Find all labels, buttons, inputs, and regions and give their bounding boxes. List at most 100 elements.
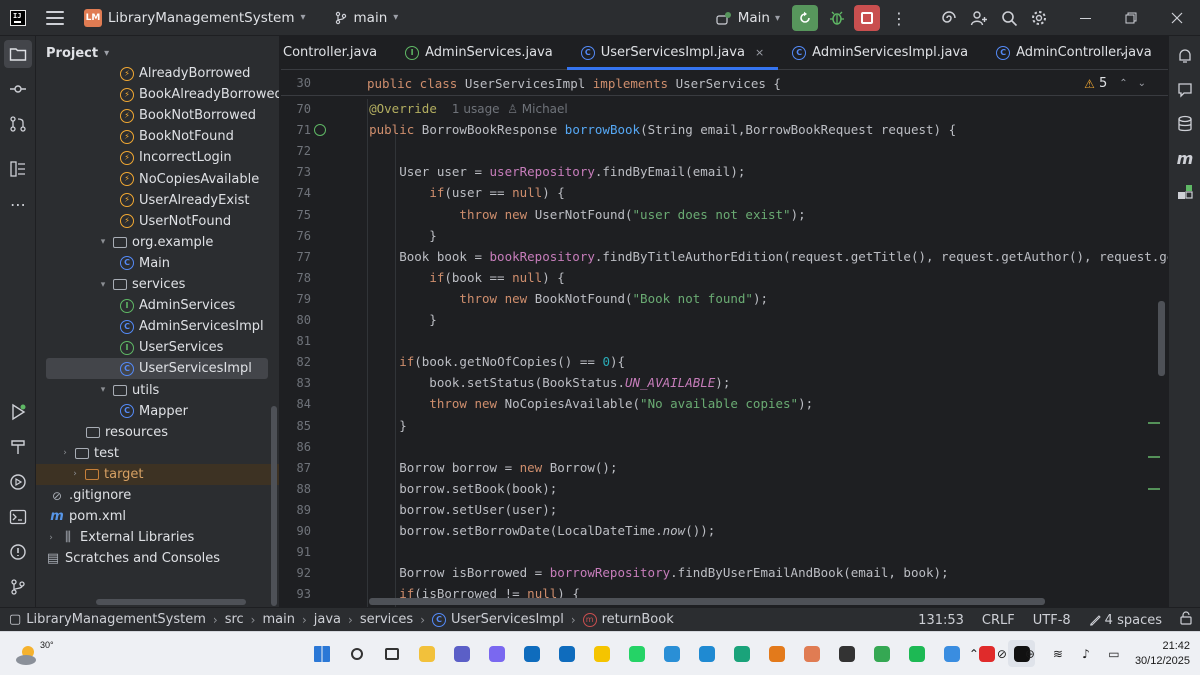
collapsed-arrow-icon[interactable]: › <box>46 533 56 543</box>
breadcrumb-item[interactable]: main <box>259 612 297 627</box>
lock-status[interactable] <box>1180 611 1192 629</box>
database-button[interactable] <box>1173 112 1197 136</box>
line-ending[interactable]: CRLF <box>982 613 1015 628</box>
project-tree-item[interactable]: ▾ utils <box>46 380 268 401</box>
edge-icon[interactable] <box>728 640 755 667</box>
project-tree-item[interactable]: ⚡ AlreadyBorrowed <box>46 63 268 84</box>
close-tab-icon[interactable]: × <box>755 46 764 59</box>
settings-button[interactable] <box>1024 3 1054 33</box>
project-tree-item[interactable]: ⚡ UserAlreadyExist <box>46 190 268 211</box>
project-tree-item[interactable]: ▤ Scratches and Consoles <box>46 548 268 569</box>
editor-tab[interactable]: I AdminServices.java <box>391 36 567 69</box>
search-icon[interactable] <box>343 640 370 667</box>
project-panel-vertical-scrollbar[interactable] <box>271 406 277 606</box>
lock-app-icon[interactable] <box>868 640 895 667</box>
terminal-tool-button[interactable] <box>4 503 32 531</box>
implements-method-icon[interactable] <box>314 124 326 136</box>
project-tree-item[interactable]: I AdminServices <box>46 295 268 316</box>
editor-tab[interactable]: C UserServicesImpl.java × <box>566 36 779 70</box>
inspection-widget[interactable]: ⚠ 5 ⌃ ⌄ <box>1084 76 1146 91</box>
project-tree-item[interactable]: m pom.xml <box>46 506 268 527</box>
notification-mute-icon[interactable]: ⊘ <box>995 647 1009 661</box>
git-tool-button[interactable] <box>4 573 32 601</box>
project-tree-item[interactable]: ⚡ IncorrectLogin <box>46 147 268 168</box>
ai-assistant-button[interactable] <box>934 3 964 33</box>
maven-button[interactable]: m <box>1173 146 1197 170</box>
debug-button[interactable] <box>824 5 850 31</box>
expanded-arrow-icon[interactable]: ▾ <box>98 280 108 290</box>
more-actions-button[interactable]: ⋮ <box>884 3 914 33</box>
editor-tab[interactable]: C AdminController.java <box>982 36 1166 69</box>
breadcrumb-item[interactable]: m returnBook <box>580 612 677 627</box>
spotify-icon[interactable] <box>903 640 930 667</box>
tabs-dropdown-button[interactable]: ⌄ <box>1118 44 1128 58</box>
notepad-icon[interactable] <box>658 640 685 667</box>
editor-vertical-scrollbar[interactable] <box>1158 301 1165 376</box>
sticky-class-header[interactable]: 30 public class UserServicesImpl impleme… <box>281 70 1168 96</box>
tor-icon[interactable] <box>833 640 860 667</box>
project-tree-item[interactable]: ⚡ BookNotFound <box>46 126 268 147</box>
project-tree-item[interactable]: resources <box>46 422 268 443</box>
collapsed-arrow-icon[interactable]: › <box>60 448 70 458</box>
plugin-button[interactable] <box>1173 180 1197 204</box>
copilot-icon[interactable] <box>483 640 510 667</box>
project-tree-item[interactable]: ⚡ BookNotBorrowed <box>46 105 268 126</box>
chrome-canary-icon[interactable] <box>798 640 825 667</box>
commit-tool-button[interactable] <box>4 75 32 103</box>
project-tree-item[interactable]: › ⫼ External Libraries <box>46 527 268 548</box>
indent-setting[interactable]: 4 spaces <box>1089 613 1162 628</box>
code-area[interactable]: 70 @Override 1 usage ♙ Michael 71 public … <box>281 99 1168 607</box>
project-panel-horizontal-scrollbar[interactable] <box>96 599 246 605</box>
whatsapp-icon[interactable] <box>623 640 650 667</box>
search-button[interactable] <box>994 3 1024 33</box>
office-icon[interactable] <box>763 640 790 667</box>
project-tree-item[interactable]: C Mapper <box>46 401 268 422</box>
notifications-button[interactable] <box>1173 44 1197 68</box>
project-tree-item[interactable]: ▾ services <box>46 274 268 295</box>
expanded-arrow-icon[interactable]: ▾ <box>98 385 108 395</box>
add-user-button[interactable] <box>964 3 994 33</box>
editor-tab[interactable]: C AdminServicesImpl.java <box>778 36 982 69</box>
expanded-arrow-icon[interactable]: ▾ <box>98 237 108 247</box>
rerun-button[interactable] <box>792 5 818 31</box>
project-tree-item[interactable]: C UserServicesImpl <box>46 358 268 380</box>
wifi-icon[interactable]: ≋ <box>1051 647 1065 661</box>
chevron-up-icon[interactable]: ⌃ <box>967 647 981 661</box>
vscode-icon[interactable] <box>693 640 720 667</box>
build-tool-button[interactable] <box>4 433 32 461</box>
pull-requests-tool-button[interactable] <box>4 110 32 138</box>
project-tool-button[interactable] <box>4 40 32 68</box>
file-explorer-icon[interactable] <box>413 640 440 667</box>
project-tree-item[interactable]: ⚡ NoCopiesAvailable <box>46 169 268 190</box>
minimize-button[interactable] <box>1062 0 1108 36</box>
project-tree-item[interactable]: I UserServices <box>46 337 268 358</box>
task-view-icon[interactable] <box>378 640 405 667</box>
stop-button[interactable] <box>854 5 880 31</box>
project-switcher[interactable]: LM LibraryManagementSystem ▾ <box>78 5 312 31</box>
battery-icon[interactable]: ▭ <box>1107 647 1121 661</box>
editor-horizontal-scrollbar[interactable] <box>369 598 1045 605</box>
outlook-calendar-icon[interactable] <box>553 640 580 667</box>
breadcrumb-item[interactable]: services <box>357 612 416 627</box>
language-icon[interactable]: ⊕ <box>1023 647 1037 661</box>
file-encoding[interactable]: UTF-8 <box>1033 613 1071 628</box>
project-tree-item[interactable]: ⊘ .gitignore <box>46 485 268 506</box>
volume-icon[interactable]: ♪ <box>1079 647 1093 661</box>
project-tree-item[interactable]: C Main <box>46 253 268 274</box>
main-menu-icon[interactable] <box>46 10 64 25</box>
teams-icon[interactable] <box>448 640 475 667</box>
project-tree-item[interactable]: C AdminServicesImpl <box>46 316 268 337</box>
project-tree-item[interactable]: › test <box>46 443 268 464</box>
structure-tool-button[interactable] <box>4 155 32 183</box>
services-tool-button[interactable] <box>4 468 32 496</box>
restore-button[interactable] <box>1108 0 1154 36</box>
breadcrumb-item[interactable]: java <box>311 612 344 627</box>
run-configuration-selector[interactable]: Main ▾ <box>709 6 786 30</box>
photos-icon[interactable] <box>938 640 965 667</box>
start-menu-icon[interactable] <box>308 640 335 667</box>
editor-tab[interactable]: Controller.java <box>281 36 391 69</box>
project-tree-item[interactable]: ⚡ UserNotFound <box>46 211 268 232</box>
project-tree-item[interactable]: ⚡ BookAlreadyBorrowed <box>46 84 279 105</box>
outlook-icon[interactable] <box>518 640 545 667</box>
weather-widget[interactable]: 30° <box>14 638 54 670</box>
